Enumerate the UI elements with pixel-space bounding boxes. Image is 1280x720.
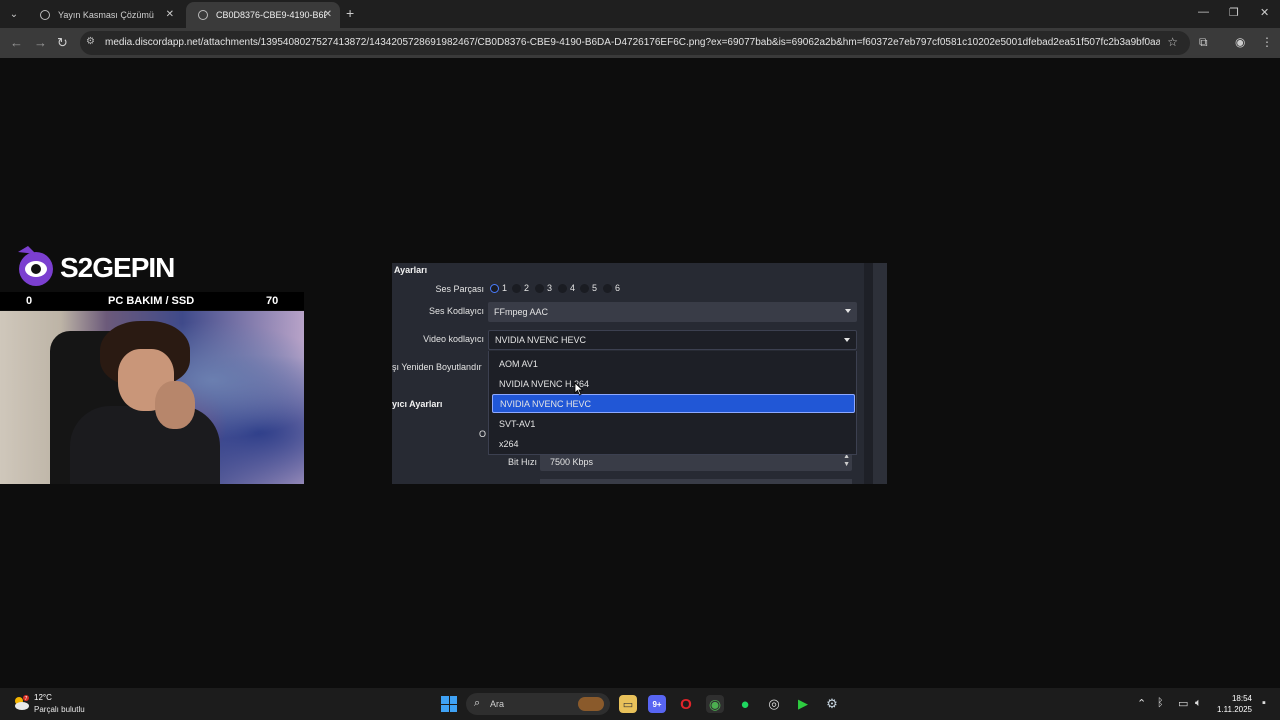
audio-track-1[interactable]: 1 [490,283,507,293]
search-highlight-image [578,697,604,711]
partial-label: O [479,429,487,439]
side-panel [873,263,887,484]
url-text[interactable]: media.discordapp.net/attachments/1395408… [105,37,1160,48]
partly-cloudy-icon[interactable]: 7 [12,695,30,711]
section-title: Ayarları [394,265,428,275]
globe-icon [198,10,208,20]
eye-logo-icon [18,246,53,286]
radio-button[interactable] [490,283,499,293]
search-placeholder: Ara [490,699,505,709]
audio-encoder-label: Ses Kodlayıcı [428,306,484,316]
audio-encoder-select[interactable]: FFmpeg AAC [488,302,857,322]
new-tab-button[interactable]: + [346,5,354,21]
scrollbar[interactable] [864,263,873,484]
stream-topic: PC BAKIM / SSD [108,295,195,307]
site-info-icon[interactable]: ⚙ [86,36,98,48]
spotify-icon[interactable]: ● [736,695,754,713]
close-tab-icon[interactable]: ✕ [166,9,174,20]
minimize-button[interactable]: — [1198,6,1209,18]
file-explorer-icon[interactable]: ▭ [619,695,637,713]
video-encoder-dropdown: AOM AV1 NVIDIA NVENC H.264 NVIDIA NVENC … [488,351,857,455]
opera-icon[interactable]: O [677,695,695,713]
option-svt-av1[interactable]: SVT-AV1 [492,414,855,433]
temperature[interactable]: 12°C [34,693,52,702]
reload-icon[interactable]: ↻ [57,35,68,51]
back-icon[interactable]: ← [10,35,23,50]
network-icon[interactable]: ▭ [1178,697,1188,710]
option-x264[interactable]: x264 [492,434,855,453]
option-nvenc-hevc[interactable]: NVIDIA NVENC HEVC [492,394,855,413]
svg-text:7: 7 [25,696,28,702]
radio-button[interactable] [535,283,544,293]
audio-track-4[interactable]: 4 [558,283,575,293]
option-nvenc-h264[interactable]: NVIDIA NVENC H.264 [492,374,855,393]
audio-track-2[interactable]: 2 [512,283,529,293]
spin-down-icon[interactable]: ▼ [843,461,850,468]
weather-condition[interactable]: Parçalı bulutlu [34,705,85,714]
video-encoder-label: Video kodlayıcı [423,334,484,344]
tab-title: Yayın Kasması Çözümü [58,10,154,20]
close-window-button[interactable]: ✕ [1260,6,1269,19]
brand-name: S2GEPIN [60,252,175,283]
option-aom-av1[interactable]: AOM AV1 [492,354,855,373]
chevron-down-icon [845,309,851,313]
clock-date[interactable]: 1.11.2025 [1216,705,1252,714]
radio-button[interactable] [603,283,612,293]
right-counter: 70 [266,295,279,307]
bitrate-spinbox[interactable]: 7500 Kbps ▲ ▼ [540,453,852,471]
tab-yayin-kasmasi[interactable]: Yayın Kasması Çözümü ✕ [28,2,182,28]
stream-logo: S2GEPIN [14,240,175,292]
tab-search-icon[interactable]: ⌄ [4,4,24,24]
bitrate-label: Bit Hızı [507,457,537,467]
stream-stats-bar: 0 PC BAKIM / SSD 70 [0,292,304,310]
streamer [60,321,220,484]
rescale-output-label: şı Yeniden Boyutlandır [392,362,482,372]
steam-icon[interactable]: ⚙ [823,695,841,713]
tab-image[interactable]: CB0D8376-CBE9-4190-B6DA-D ✕ [186,2,340,28]
bluetooth-icon[interactable]: ᛒ [1157,697,1164,709]
left-counter: 0 [26,295,33,307]
notifications-icon[interactable]: ▪ [1262,697,1266,709]
globe-icon [40,10,50,20]
radio-button[interactable] [512,283,521,293]
clock-time[interactable]: 18:54 [1224,694,1252,703]
video-encoder-select[interactable]: NVIDIA NVENC HEVC [488,330,857,350]
profile-avatar-icon[interactable]: ◉ [1235,35,1245,49]
radio-button[interactable] [580,283,589,293]
browser-toolbar: ← → ↻ ⚙ media.discordapp.net/attachments… [0,28,1280,58]
windows-start-icon[interactable] [441,696,457,712]
menu-kebab-icon[interactable]: ⋮ [1261,35,1273,49]
chrome-beta-icon[interactable]: ◎ [765,695,783,713]
encoder-settings-title: yıcı Ayarları [392,399,443,409]
maximize-button[interactable]: ❐ [1229,6,1239,19]
show-hidden-icons[interactable]: ⌃ [1137,697,1146,710]
bookmark-star-icon[interactable]: ☆ [1167,35,1178,49]
discord-icon[interactable]: 9+ [648,695,666,713]
audio-track-label: Ses Parçası [435,284,484,294]
mouse-cursor-icon [574,382,584,396]
taskbar-search[interactable]: ⌕ Ara [466,693,610,715]
next-setting-field[interactable] [540,479,852,484]
address-bar[interactable]: ⚙ media.discordapp.net/attachments/13954… [80,31,1190,55]
forward-icon[interactable]: → [34,35,47,50]
audio-track-6[interactable]: 6 [603,283,620,293]
radio-button[interactable] [558,283,567,293]
audio-track-5[interactable]: 5 [580,283,597,293]
windows-taskbar: 7 12°C Parçalı bulutlu ⌕ Ara ▭ 9+ O ◉ ● … [0,688,1280,720]
tab-title: CB0D8376-CBE9-4190-B6DA-D [216,10,326,20]
extensions-icon[interactable]: ⧉ [1199,35,1208,50]
play-icon[interactable]: ▶ [794,695,812,713]
webcam-feed [0,311,304,484]
search-icon: ⌕ [474,697,481,709]
volume-icon[interactable]: 🔈︎ [1195,697,1202,710]
audio-track-3[interactable]: 3 [535,283,552,293]
close-tab-icon[interactable]: ✕ [324,9,332,20]
chevron-down-icon [844,338,850,342]
browser-tab-bar: ⌄ Yayın Kasması Çözümü ✕ CB0D8376-CBE9-4… [0,0,1280,28]
chrome-icon[interactable]: ◉ [706,695,724,713]
